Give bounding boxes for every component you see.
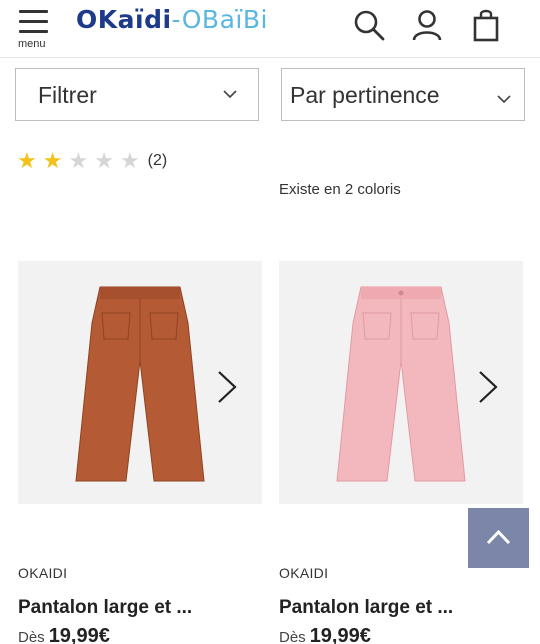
rating-stars: ★ ★ ★ ★ ★	[17, 147, 146, 173]
filter-bar: Filtrer Par pertinence	[0, 58, 540, 130]
product-image[interactable]	[18, 261, 262, 504]
logo-separator: -	[171, 5, 182, 34]
menu-button[interactable]: menu	[16, 8, 56, 52]
star-icon: ★	[17, 147, 37, 173]
chevron-up-icon	[486, 529, 511, 545]
star-icon: ★	[42, 147, 63, 173]
brand-logo[interactable]: OKaïdi-OBaïBi	[76, 5, 268, 34]
star-icon: ★	[68, 147, 89, 173]
sort-dropdown[interactable]: Par pertinence	[281, 68, 525, 121]
chevron-down-icon	[223, 90, 237, 99]
chevron-down-icon	[497, 95, 511, 104]
search-icon[interactable]	[352, 8, 386, 42]
pants-image	[75, 286, 205, 482]
product-image[interactable]	[279, 261, 523, 504]
rating-count: (2)	[147, 152, 168, 169]
logo-obaibi: OBaïBi	[181, 5, 268, 34]
price-value: 19,99€	[309, 625, 371, 644]
back-to-top-button[interactable]	[468, 508, 529, 568]
price-prefix: Dès	[18, 629, 45, 644]
product-price: Dès 19,99€	[18, 625, 110, 644]
star-icon: ★	[119, 147, 140, 173]
color-count-note: Existe en 2 coloris	[279, 181, 401, 198]
product-brand: OKAIDI	[18, 565, 68, 581]
price-prefix: Dès	[279, 629, 306, 644]
logo-okaidi: OKaïdi	[76, 5, 172, 34]
product-price: Dès 19,99€	[279, 625, 371, 644]
product-rating: ★ ★ ★ ★ ★ (2)	[17, 148, 167, 174]
product-card[interactable]: OKAIDI Pantalon large et ... Dès 19,99€	[18, 261, 262, 644]
menu-label: menu	[18, 38, 46, 50]
next-image-chevron-icon[interactable]	[475, 369, 501, 405]
user-icon[interactable]	[410, 8, 444, 42]
price-value: 19,99€	[48, 625, 110, 644]
pants-image	[336, 286, 466, 482]
filter-dropdown[interactable]: Filtrer	[15, 68, 259, 121]
product-brand: OKAIDI	[279, 565, 329, 581]
filter-label: Filtrer	[38, 82, 97, 108]
product-title[interactable]: Pantalon large et ...	[279, 597, 453, 619]
next-image-chevron-icon[interactable]	[214, 369, 240, 405]
star-icon: ★	[94, 147, 114, 173]
header: menu OKaïdi-OBaïBi	[0, 0, 540, 58]
sort-label: Par pertinence	[290, 82, 440, 108]
product-title[interactable]: Pantalon large et ...	[18, 597, 192, 619]
product-card[interactable]: OKAIDI Pantalon large et ... Dès 19,99€	[279, 261, 523, 644]
shopping-bag-icon[interactable]	[469, 8, 503, 42]
